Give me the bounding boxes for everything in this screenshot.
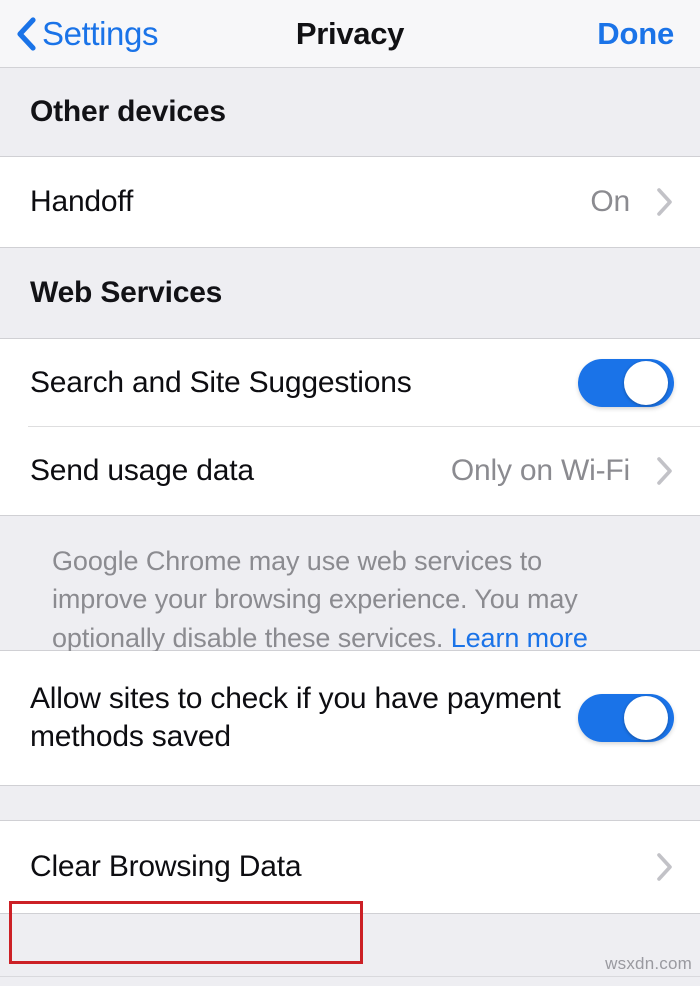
section-header-web-services: Web Services bbox=[0, 248, 700, 338]
chevron-right-icon bbox=[656, 852, 674, 882]
web-services-footer-note: Google Chrome may use web services to im… bbox=[0, 516, 700, 653]
list-item-label: Handoff bbox=[30, 184, 134, 218]
list-group-other-devices: Handoff On bbox=[0, 156, 700, 248]
page-title: Privacy bbox=[295, 15, 405, 51]
list-item-handoff[interactable]: Handoff On bbox=[0, 157, 700, 247]
search-suggestions-toggle[interactable] bbox=[578, 359, 674, 407]
chevron-right-icon bbox=[656, 187, 674, 217]
list-group-web-services: Search and Site Suggestions Send usage d… bbox=[0, 338, 700, 516]
payment-methods-toggle[interactable] bbox=[578, 694, 674, 742]
done-button[interactable]: Done bbox=[597, 0, 674, 67]
section-gap bbox=[0, 786, 700, 820]
list-item-send-usage-data[interactable]: Send usage data Only on Wi-Fi bbox=[0, 427, 700, 515]
list-item-label: Send usage data bbox=[30, 453, 254, 487]
list-group-clear-data: Clear Browsing Data bbox=[0, 820, 700, 914]
toggle-knob bbox=[624, 696, 668, 740]
section-header-other-devices: Other devices bbox=[0, 68, 700, 156]
list-item-search-and-site-suggestions[interactable]: Search and Site Suggestions bbox=[0, 339, 700, 427]
navigation-bar: Settings Privacy Done bbox=[0, 0, 700, 68]
learn-more-link[interactable]: Learn more bbox=[451, 623, 588, 653]
list-group-payment: Allow sites to check if you have payment… bbox=[0, 650, 700, 786]
list-item-label: Allow sites to check if you have payment… bbox=[30, 681, 561, 753]
list-item-label: Clear Browsing Data bbox=[30, 849, 302, 883]
toggle-knob bbox=[624, 361, 668, 405]
list-item-value: On bbox=[590, 185, 630, 218]
list-item-clear-browsing-data[interactable]: Clear Browsing Data bbox=[0, 821, 700, 913]
watermark: wsxdn.com bbox=[605, 954, 692, 973]
chevron-right-icon bbox=[656, 456, 674, 486]
bottom-divider bbox=[0, 976, 700, 977]
list-item-label: Search and Site Suggestions bbox=[30, 365, 412, 399]
list-item-allow-sites-payment-check[interactable]: Allow sites to check if you have payment… bbox=[0, 651, 700, 785]
list-item-value: Only on Wi-Fi bbox=[450, 454, 630, 487]
